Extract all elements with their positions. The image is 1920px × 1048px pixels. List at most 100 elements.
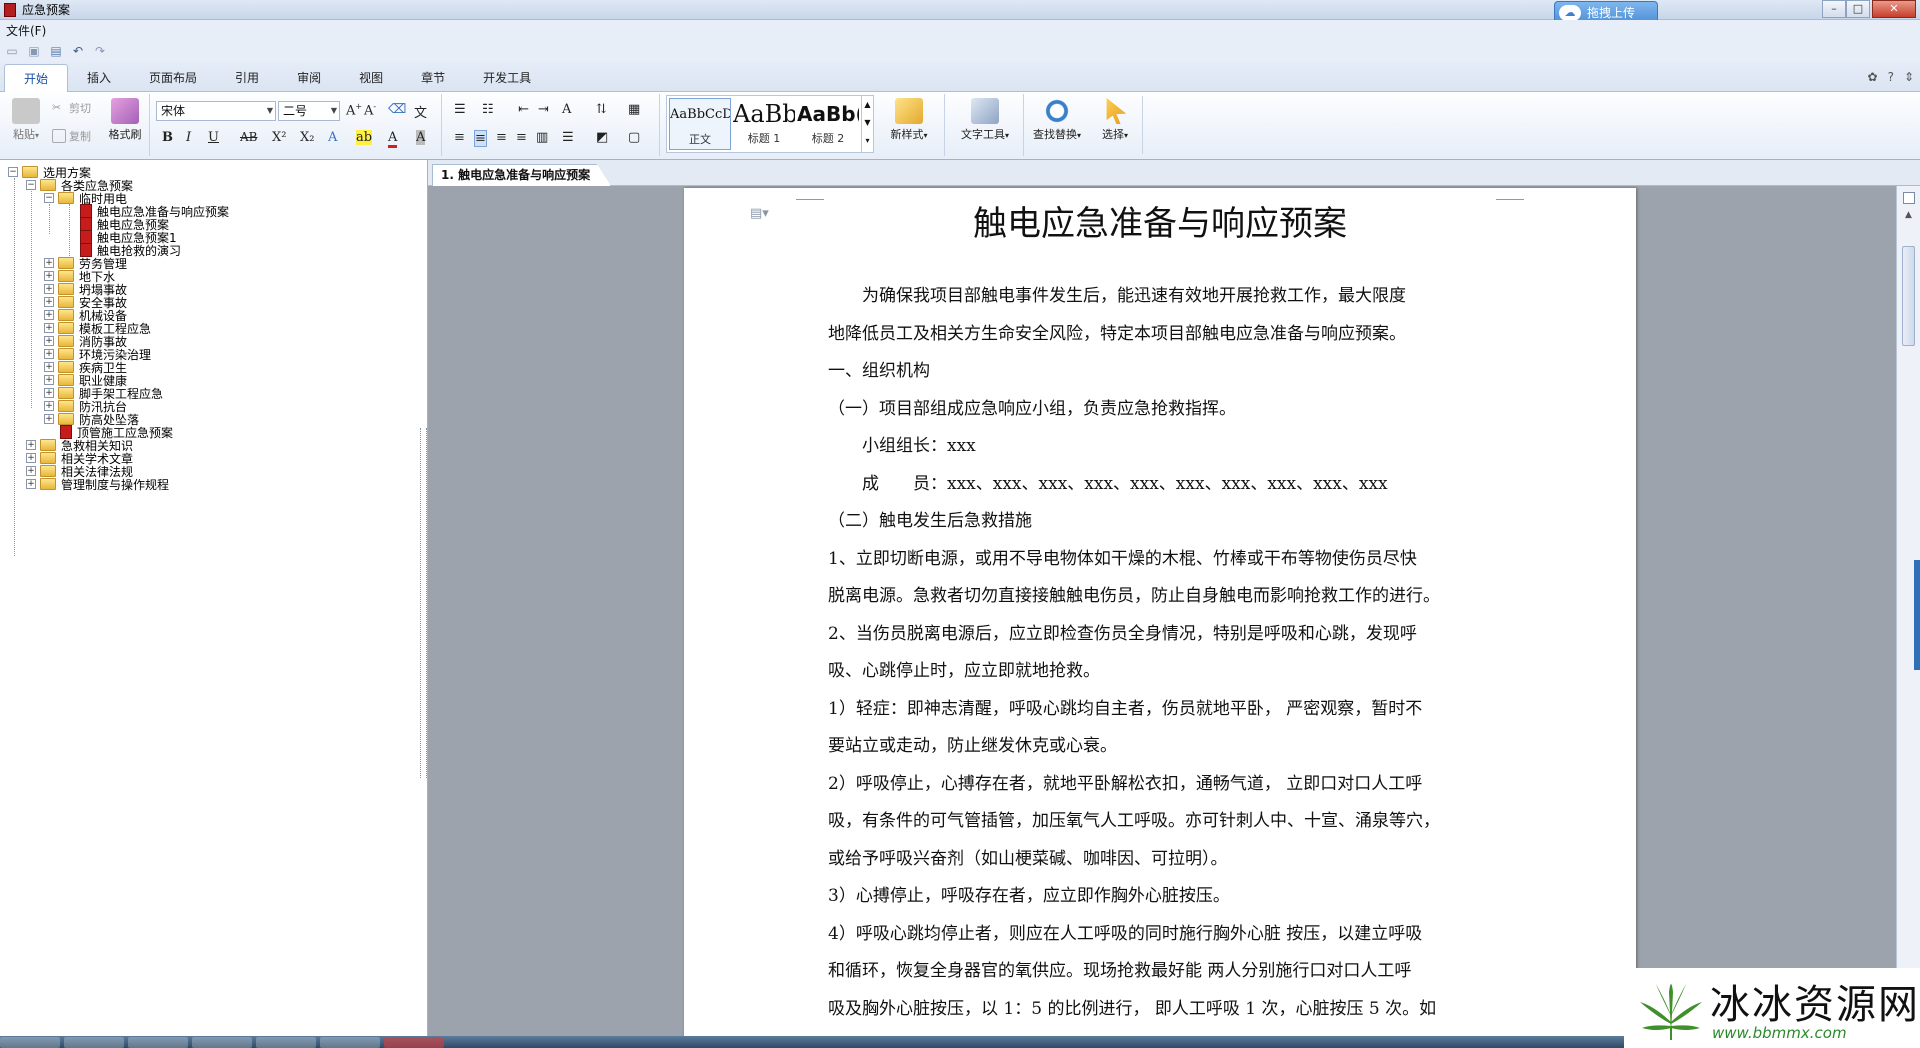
minimize-button[interactable]: – [1822, 0, 1846, 18]
font-color-icon[interactable]: A [388, 130, 398, 148]
text-tools-button[interactable]: 文字工具▾ [951, 98, 1019, 142]
align-right-icon[interactable]: ≡ [496, 130, 507, 145]
menu-file[interactable]: 文件(F) [6, 22, 46, 39]
panel-splitter[interactable] [420, 428, 427, 778]
expand-icon[interactable]: + [44, 388, 54, 398]
expand-icon[interactable]: + [44, 414, 54, 424]
tab-insert[interactable]: 插入 [68, 65, 130, 91]
font-name-select[interactable]: 宋体 ▼ [156, 101, 276, 121]
open-icon[interactable]: ▭ [4, 44, 20, 58]
taskbar-item[interactable] [384, 1037, 444, 1048]
expand-icon[interactable]: + [44, 401, 54, 411]
taskbar-item[interactable] [192, 1037, 252, 1048]
shading-icon[interactable]: ◩ [596, 130, 608, 145]
increase-indent-icon[interactable]: ⇥ [538, 102, 549, 117]
cut-button[interactable]: ✂ 剪切 [52, 100, 91, 116]
copy-button[interactable]: 复制 [52, 128, 91, 144]
format-painter-button[interactable]: 格式刷 [104, 98, 146, 142]
expand-icon[interactable]: + [44, 336, 54, 346]
expand-icon[interactable]: + [44, 297, 54, 307]
phonetic-icon[interactable]: 文 [414, 102, 427, 121]
find-replace-button[interactable]: 查找替换▾ [1026, 98, 1088, 142]
decrease-indent-icon[interactable]: ⇤ [518, 102, 529, 117]
maximize-button[interactable]: □ [1846, 0, 1870, 18]
underline-icon[interactable]: U [208, 130, 219, 145]
expand-icon[interactable]: + [44, 323, 54, 333]
numbered-list-icon[interactable]: ☷ [482, 102, 494, 117]
clear-format-icon[interactable]: ⌫ [388, 102, 406, 117]
style-normal[interactable]: AaBbCcDd 正文 [669, 98, 731, 150]
align-center-icon[interactable]: ≡ [474, 130, 487, 147]
expand-icon[interactable]: + [44, 258, 54, 268]
tab-page-layout[interactable]: 页面布局 [130, 65, 216, 91]
table-icon[interactable]: ▦ [628, 102, 640, 117]
distribute-icon[interactable]: ▥ [536, 130, 548, 145]
new-style-button[interactable]: 新样式▾ [880, 98, 938, 142]
tab-developer[interactable]: 开发工具 [464, 65, 550, 91]
taskbar-item[interactable] [128, 1037, 188, 1048]
expand-icon[interactable]: + [26, 440, 36, 450]
expand-icon[interactable]: + [44, 310, 54, 320]
highlight-icon[interactable]: ab [356, 130, 373, 145]
tab-home[interactable]: 开始 [4, 64, 69, 92]
document-page[interactable]: ▤▾ 触电应急准备与响应预案 为确保我项目部触电事件发生后，能迅速有效地开展抢救… [684, 188, 1636, 1036]
side-panel-tab[interactable] [1914, 560, 1920, 670]
expand-icon[interactable]: + [26, 453, 36, 463]
save-icon[interactable]: ▣ [26, 44, 42, 58]
scroll-thumb[interactable] [1902, 246, 1915, 346]
tree-node-folder[interactable]: + 管理制度与操作规程 [26, 476, 169, 492]
brush-icon [111, 98, 139, 124]
taskbar-item[interactable] [256, 1037, 316, 1048]
bold-icon[interactable]: B [162, 130, 173, 145]
tab-view[interactable]: 视图 [340, 65, 402, 91]
chinese-layout-icon[interactable]: A [562, 102, 571, 117]
help-icon[interactable]: ? [1888, 70, 1894, 84]
collapse-icon[interactable]: − [8, 167, 18, 177]
styles-scroll[interactable]: ▲ ▼ ▾ [861, 96, 873, 152]
expand-icon[interactable]: + [44, 271, 54, 281]
close-button[interactable]: ✕ [1872, 0, 1916, 18]
expand-icon[interactable]: + [44, 284, 54, 294]
expand-icon[interactable]: + [26, 479, 36, 489]
taskbar-item[interactable] [64, 1037, 124, 1048]
subscript-icon[interactable]: X₂ [300, 130, 314, 145]
document-tab[interactable]: 1. 触电应急准备与响应预案 [432, 164, 612, 186]
border-icon[interactable]: ▢ [628, 130, 640, 145]
shrink-font-icon[interactable]: A- [364, 102, 376, 118]
start-button[interactable] [0, 1037, 60, 1048]
bullet-list-icon[interactable]: ☰ [454, 102, 466, 117]
split-view-icon[interactable] [1903, 192, 1915, 204]
scroll-up-icon[interactable]: ▲ [1901, 210, 1916, 222]
paste-button[interactable]: 粘贴▾ [8, 98, 44, 142]
skin-icon[interactable]: ✿ [1868, 70, 1878, 84]
expand-icon[interactable]: + [44, 362, 54, 372]
line-spacing-icon[interactable]: ☰ [562, 130, 574, 145]
tab-section[interactable]: 章节 [402, 65, 464, 91]
tab-references[interactable]: 引用 [216, 65, 278, 91]
print-icon[interactable]: ▤ [48, 44, 64, 58]
collapse-icon[interactable]: − [44, 193, 54, 203]
tab-review[interactable]: 审阅 [278, 65, 340, 91]
italic-icon[interactable]: I [186, 130, 191, 145]
style-heading1[interactable]: AaBb 标题 1 [733, 98, 795, 150]
expand-icon[interactable]: + [44, 375, 54, 385]
text-effect-icon[interactable]: A [328, 130, 337, 145]
redo-icon[interactable]: ↷ [92, 44, 108, 58]
collapse-icon[interactable]: − [26, 180, 36, 190]
strikethrough-icon[interactable]: AB [240, 130, 257, 144]
ribbon-options-icon[interactable]: ⇕ [1904, 70, 1914, 84]
select-button[interactable]: 选择▾ [1094, 98, 1136, 142]
justify-icon[interactable]: ≡ [516, 130, 527, 145]
sort-icon[interactable]: ⇅ [596, 102, 607, 117]
expand-icon[interactable]: + [26, 466, 36, 476]
style-heading2[interactable]: AaBb( 标题 2 [797, 98, 859, 150]
font-group: 宋体 ▼ 二号 ▼ A+ A- ⌫ 文 B I U AB X² X₂ A ab A … [152, 94, 442, 156]
char-shading-icon[interactable]: A [416, 130, 426, 145]
undo-icon[interactable]: ↶ [70, 44, 86, 58]
taskbar-item[interactable] [320, 1037, 380, 1048]
superscript-icon[interactable]: X² [272, 130, 286, 145]
align-left-icon[interactable]: ≡ [454, 130, 465, 145]
expand-icon[interactable]: + [44, 349, 54, 359]
grow-font-icon[interactable]: A+ [346, 102, 362, 118]
font-size-select[interactable]: 二号 ▼ [278, 101, 340, 121]
